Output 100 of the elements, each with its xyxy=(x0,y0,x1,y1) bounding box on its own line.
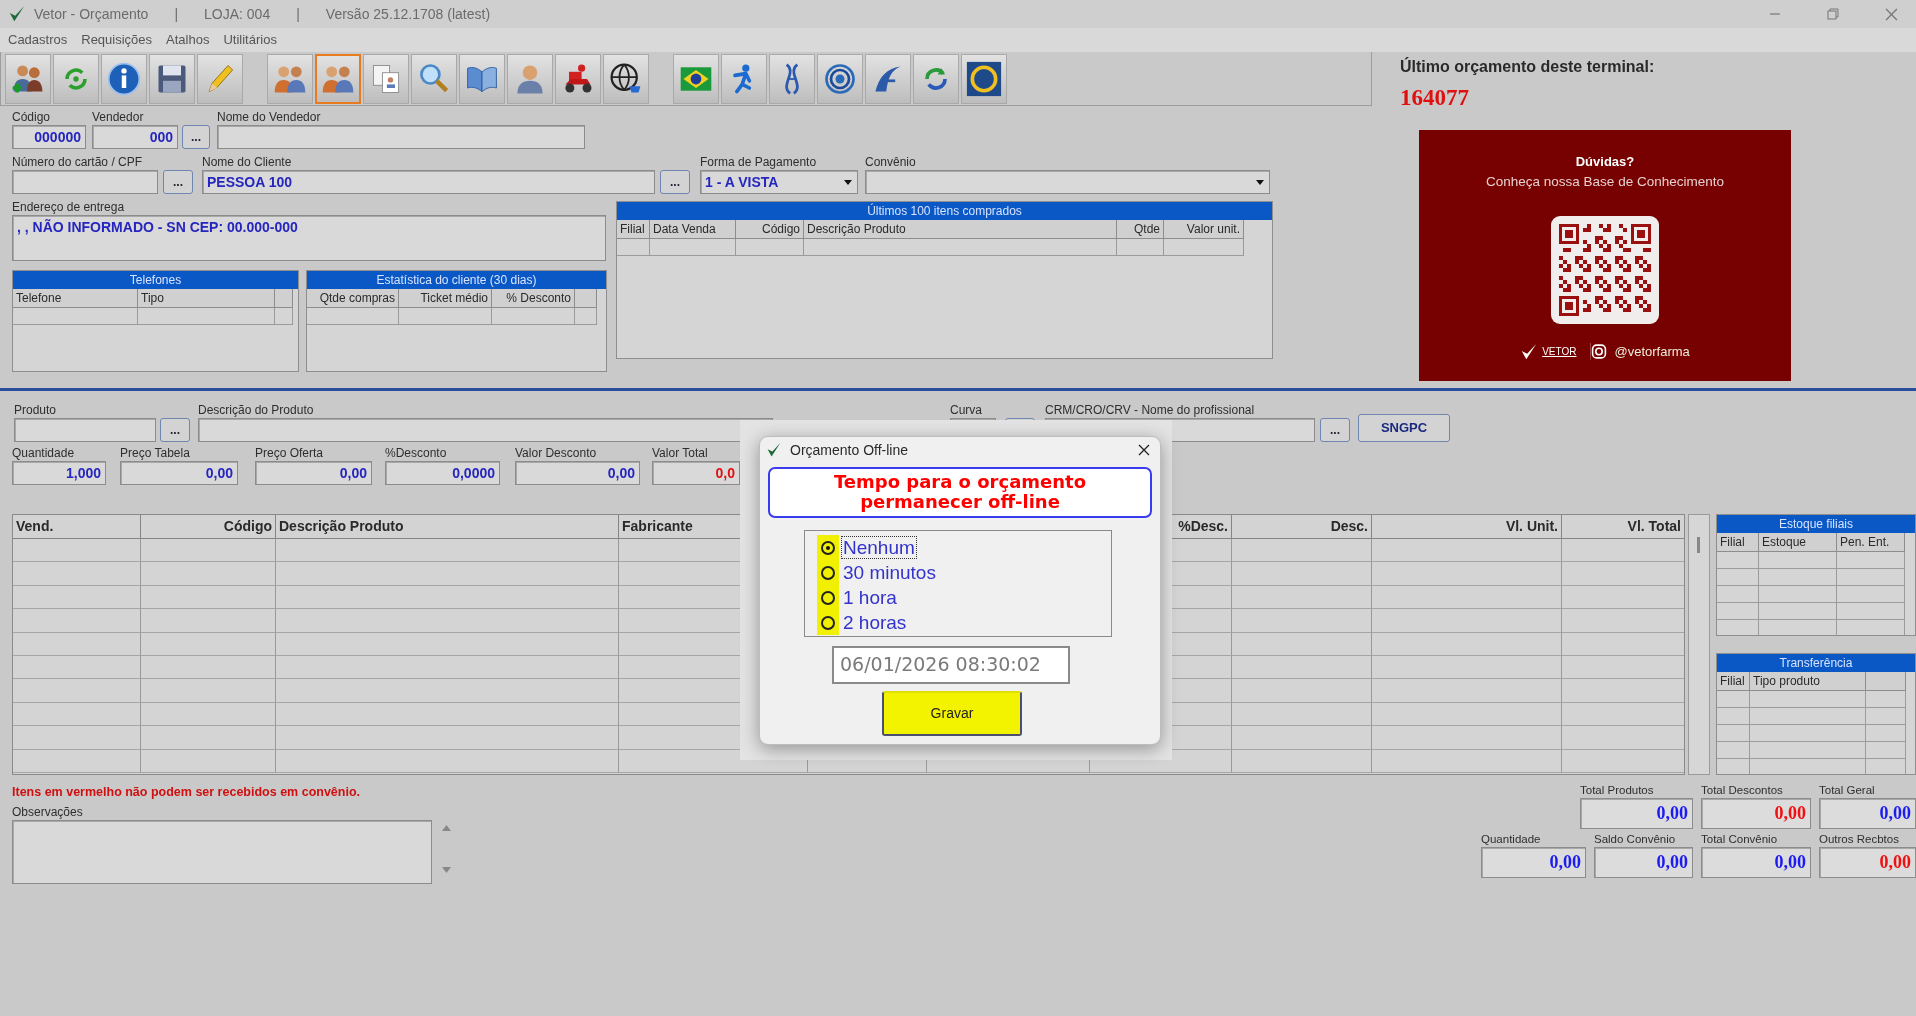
option-label[interactable]: 2 horas xyxy=(842,612,908,633)
column-header[interactable]: Telefone xyxy=(13,289,138,308)
input-field[interactable]: 0,00 xyxy=(1580,798,1693,829)
panel-title: Últimos 100 itens comprados xyxy=(617,202,1272,220)
lookup-button[interactable]: ... xyxy=(182,125,210,149)
toolbar-button[interactable] xyxy=(149,53,195,104)
column-header[interactable]: Ticket médio xyxy=(399,289,492,308)
radio-button[interactable] xyxy=(821,540,835,555)
column-header[interactable]: % Desconto xyxy=(492,289,575,308)
dialog-title: Orçamento Off-line xyxy=(790,440,908,460)
radio-button[interactable] xyxy=(821,565,835,580)
input-field[interactable]: 0,00 xyxy=(120,461,238,485)
input-field[interactable]: PESSOA 100 xyxy=(202,170,655,194)
window-title: Versão 25.12.1708 (latest) xyxy=(325,4,491,24)
input-field[interactable] xyxy=(217,125,585,149)
column-header[interactable]: Código xyxy=(141,515,276,539)
lookup-button[interactable]: ... xyxy=(160,418,190,442)
text-area[interactable]: , , NÃO INFORMADO - SN CEP: 00.000-000 xyxy=(12,215,606,261)
field-label: Forma de Pagamento xyxy=(700,155,818,169)
column-header[interactable]: Valor unit. xyxy=(1164,220,1244,239)
field-label: Quantidade xyxy=(12,446,76,460)
column-header[interactable]: Descrição Produto xyxy=(276,515,619,539)
input-field[interactable] xyxy=(12,170,158,194)
restore-icon xyxy=(1827,8,1839,20)
column-header[interactable]: Qtde compras xyxy=(307,289,399,308)
toolbar-button[interactable] xyxy=(817,53,863,104)
table-cell xyxy=(575,308,597,325)
table-cell xyxy=(1717,742,1750,759)
toolbar-button[interactable] xyxy=(603,53,649,104)
save-button[interactable]: Gravar xyxy=(882,691,1022,736)
column-header[interactable]: Qtde xyxy=(1117,220,1164,239)
input-field[interactable]: 0,0 xyxy=(652,461,740,485)
radio-button[interactable] xyxy=(821,615,835,630)
column-header[interactable]: Vl. Unit. xyxy=(1372,515,1562,539)
column-header[interactable]: Filial xyxy=(1717,672,1750,691)
option-label[interactable]: 1 hora xyxy=(842,587,898,608)
menu-item[interactable]: Cadastros xyxy=(8,30,68,50)
toolbar-button[interactable] xyxy=(673,53,719,104)
table-cell xyxy=(1117,239,1164,256)
radio-button[interactable] xyxy=(821,590,835,605)
table-cell xyxy=(736,239,804,256)
column-header[interactable]: Estoque xyxy=(1759,533,1837,552)
menu-item[interactable]: Requisições xyxy=(81,30,153,50)
input-field[interactable]: 0,0000 xyxy=(385,461,500,485)
input-field[interactable]: 0,00 xyxy=(1594,847,1693,878)
input-field[interactable] xyxy=(14,418,156,442)
input-field[interactable]: 000000 xyxy=(12,125,86,149)
option-label[interactable]: Nenhum xyxy=(842,537,916,558)
field-label: Valor Desconto xyxy=(515,446,598,460)
column-header[interactable]: Tipo xyxy=(138,289,275,308)
caret-icon xyxy=(844,180,852,185)
input-field[interactable]: 0,00 xyxy=(1481,847,1586,878)
field-label: Código xyxy=(12,110,52,124)
action-button[interactable]: SNGPC xyxy=(1358,414,1450,442)
field-label: Observações xyxy=(12,804,84,819)
warning-text: Itens em vermelho não podem ser recebidos em convênio. xyxy=(12,784,362,801)
input-field[interactable]: 0,00 xyxy=(255,461,372,485)
scrollbar[interactable] xyxy=(1688,514,1710,775)
column-header[interactable]: Filial xyxy=(1717,533,1759,552)
dropdown[interactable]: 1 - A VISTA xyxy=(700,170,858,194)
dropdown[interactable] xyxy=(865,170,1270,194)
toolbar-button[interactable] xyxy=(555,53,601,104)
menu-item[interactable]: Atalhos xyxy=(166,30,210,50)
toolbar-button[interactable] xyxy=(101,53,147,104)
column-header[interactable]: Código xyxy=(736,220,804,239)
input-field[interactable]: 0,00 xyxy=(1701,847,1811,878)
lookup-button[interactable]: ... xyxy=(163,170,193,194)
column-header[interactable]: Filial xyxy=(617,220,650,239)
table-cell xyxy=(1717,569,1759,586)
column-header[interactable]: Desc. xyxy=(1232,515,1372,539)
table-cell xyxy=(1717,691,1750,708)
datetime-field[interactable]: 06/01/2026 08:30:02 xyxy=(832,646,1070,684)
field-label: Outros Recbtos xyxy=(1819,832,1900,846)
lookup-button[interactable]: ... xyxy=(1320,418,1350,442)
panel-title: Transferência xyxy=(1717,654,1915,672)
toolbar-button[interactable] xyxy=(961,53,1007,104)
field-label: Preço Tabela xyxy=(120,446,191,460)
column-header[interactable]: Data Venda xyxy=(650,220,736,239)
field-label: Nome do Cliente xyxy=(202,155,293,169)
panel-title: Estatística do cliente (30 dias) xyxy=(307,271,606,289)
input-field[interactable]: 0,00 xyxy=(515,461,640,485)
table-cell xyxy=(275,308,293,325)
column-header[interactable]: Tipo produto xyxy=(1750,672,1866,691)
option-label[interactable]: 30 minutos xyxy=(842,562,937,583)
toolbar-button[interactable] xyxy=(5,53,51,104)
table-cell xyxy=(1866,742,1906,759)
field-label: Total Produtos xyxy=(1580,783,1655,797)
column-header[interactable]: Pen. Ent. xyxy=(1837,533,1905,552)
input-field[interactable]: 0,00 xyxy=(1819,798,1916,829)
field-label: Curva xyxy=(950,403,983,417)
input-field[interactable]: 1,000 xyxy=(12,461,106,485)
input-field[interactable] xyxy=(198,418,773,442)
text-area[interactable] xyxy=(12,819,432,884)
menu-item[interactable]: Utilitários xyxy=(223,30,277,50)
column-header[interactable]: Vend. xyxy=(13,515,141,539)
input-field[interactable]: 000 xyxy=(92,125,178,149)
table-cell xyxy=(1717,586,1759,603)
scroll-arrows-icon xyxy=(442,822,451,875)
lookup-button[interactable]: ... xyxy=(660,170,690,194)
column-header[interactable]: Descrição Produto xyxy=(804,220,1117,239)
